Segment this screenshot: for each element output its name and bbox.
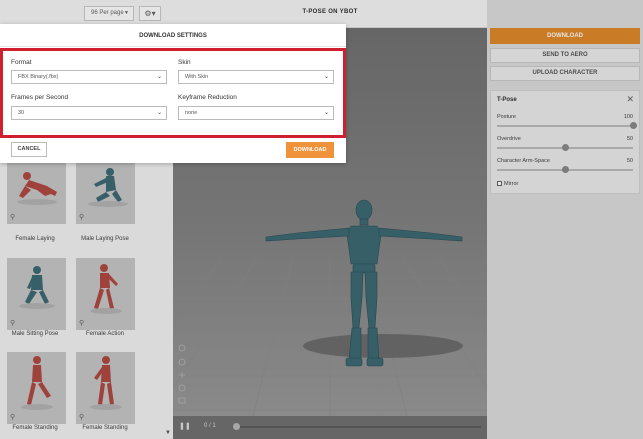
divider [0,46,346,47]
download-settings-dialog: DOWNLOAD SETTINGS Format FBX Binary(.fbx… [0,24,346,163]
highlight-box [0,48,346,138]
dialog-title: DOWNLOAD SETTINGS [139,33,207,39]
dialog-download-button[interactable]: DOWNLOAD [286,142,334,158]
cancel-button[interactable]: CANCEL [11,142,47,157]
